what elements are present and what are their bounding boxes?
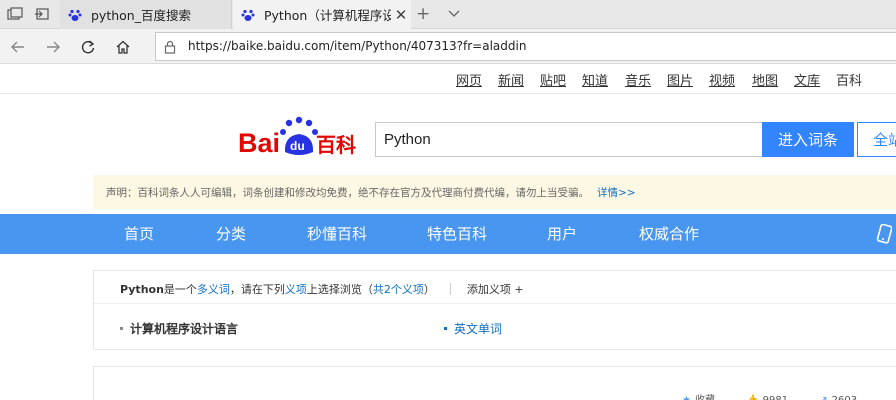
forward-button[interactable] [43,37,63,57]
arrow-left-icon [11,41,24,53]
entry-content-card: ★ 收藏 👍 9981 ↗ 2603 [93,366,896,400]
refresh-icon [81,40,95,54]
chevron-down-icon[interactable] [446,5,462,21]
svg-text:du: du [290,139,305,153]
nav-item-miaodong[interactable]: 秒懂百科 [307,214,367,254]
close-tab-icon[interactable]: ✕ [391,6,411,24]
svg-text:Bai: Bai [238,128,280,158]
enter-entry-button[interactable]: 进入词条 [762,122,854,157]
add-sense-label: 添加义项 [466,283,511,296]
top-link-zhidao[interactable]: 知道 [582,70,608,89]
tab-title: python_百度搜索 [91,8,191,23]
share-button[interactable]: ↗ 2603 [819,395,871,400]
top-link-baike[interactable]: 百科 [836,70,862,89]
like-button[interactable]: 👍 9981 [746,395,802,400]
polysemy-header: Python是一个多义词，请在下列义项上选择浏览（共2个义项） 添加义项 + [120,281,524,297]
notice-text: 声明：百科词条人人可编辑，词条创建和修改均免费，绝不存在官方及代理商付费代编，请… [106,186,589,199]
polysemy-text: ，请在下列 [229,283,285,296]
lock-icon [164,40,176,54]
new-tab-button[interactable]: + [416,4,430,24]
top-link-video[interactable]: 视频 [709,70,735,89]
top-link-news[interactable]: 新闻 [498,70,524,89]
set-aside-tabs-icon[interactable] [34,7,50,21]
sense-label: 英文单词 [454,322,503,336]
home-button[interactable] [113,37,133,57]
divider [94,303,896,304]
sense-item-english-word[interactable]: 英文单词 [444,320,502,337]
top-link-map[interactable]: 地图 [752,70,778,89]
svg-text:百科: 百科 [316,133,356,157]
sense-label: 计算机程序设计语言 [130,322,239,336]
sense-item-programming-language[interactable]: 计算机程序设计语言 [120,320,238,337]
header-divider [0,93,896,94]
tab-python-baidu-search[interactable]: python_百度搜索 [60,0,232,29]
browser-tab-strip: python_百度搜索 Python（计算机程序设 ✕ + [0,0,896,29]
nav-item-featured[interactable]: 特色百科 [427,214,487,254]
url-text: https://baike.baidu.com/item/Python/4073… [188,39,527,53]
search-input[interactable] [376,123,763,156]
thumbs-up-icon: 👍 [746,395,758,400]
polysemy-box: Python是一个多义词，请在下列义项上选择浏览（共2个义项） 添加义项 + 计… [93,270,896,350]
bullet-icon [120,327,123,330]
search-all-button[interactable]: 全站 [857,122,896,157]
divider [450,283,452,295]
top-link-wenku[interactable]: 文库 [794,70,820,89]
star-icon: ★ [682,395,691,400]
baidu-paw-icon [67,7,83,23]
polysemy-text: 上选择浏览（ [306,283,373,296]
mobile-phone-icon[interactable] [874,224,892,244]
plus-icon: + [514,283,524,296]
address-bar[interactable]: https://baike.baidu.com/item/Python/4073… [155,32,896,61]
sense-count-link[interactable]: 共2个义项 [373,283,424,296]
favorite-button[interactable]: ★ 收藏 [682,395,729,400]
main-nav-bar: 首页 分类 秒懂百科 特色百科 用户 权威合作 [0,214,896,254]
nav-item-home[interactable]: 首页 [124,214,154,254]
search-box[interactable] [375,122,763,157]
tab-python-baike[interactable]: Python（计算机程序设 ✕ [233,0,411,29]
share-icon: ↗ [819,395,827,400]
top-link-tieba[interactable]: 贴吧 [540,70,566,89]
polysemy-word: Python [120,283,164,296]
home-icon [116,40,130,54]
tab-manager-icon[interactable] [7,7,23,21]
disclaimer-notice: 声明：百科词条人人可编辑，词条创建和修改均免费，绝不存在官方及代理商付费代编，请… [93,175,896,209]
nav-item-authority[interactable]: 权威合作 [639,214,699,254]
sense-link[interactable]: 义项 [285,283,307,296]
like-count: 9981 [763,395,788,400]
arrow-right-icon [47,41,60,53]
baidu-paw-icon [240,7,256,23]
nav-item-users[interactable]: 用户 [547,214,577,254]
bullet-icon [444,327,447,330]
tab-title: Python（计算机程序设 [264,8,391,23]
top-link-webpage[interactable]: 网页 [456,70,482,89]
top-link-images[interactable]: 图片 [667,70,693,89]
polysemy-text: 是一个 [163,283,197,296]
entry-actions: ★ 收藏 👍 9981 ↗ 2603 [682,391,885,400]
top-link-music[interactable]: 音乐 [625,70,651,89]
polysemy-text: ） [423,283,435,296]
top-product-links: 网页 新闻 贴吧 知道 音乐 图片 视频 地图 文库 百科 [0,70,896,90]
back-button[interactable] [8,37,28,57]
nav-item-category[interactable]: 分类 [216,214,246,254]
share-count: 2603 [832,395,857,400]
refresh-button[interactable] [78,37,98,57]
browser-nav-bar: https://baike.baidu.com/item/Python/4073… [0,29,896,64]
notice-details-link[interactable]: 详情>> [597,185,636,200]
favorite-label: 收藏 [695,395,715,400]
polysemy-word-link[interactable]: 多义词 [197,283,230,296]
baidu-baike-logo[interactable]: Bai du 百科 [238,114,358,158]
add-sense-button[interactable]: 添加义项 + [467,283,524,296]
